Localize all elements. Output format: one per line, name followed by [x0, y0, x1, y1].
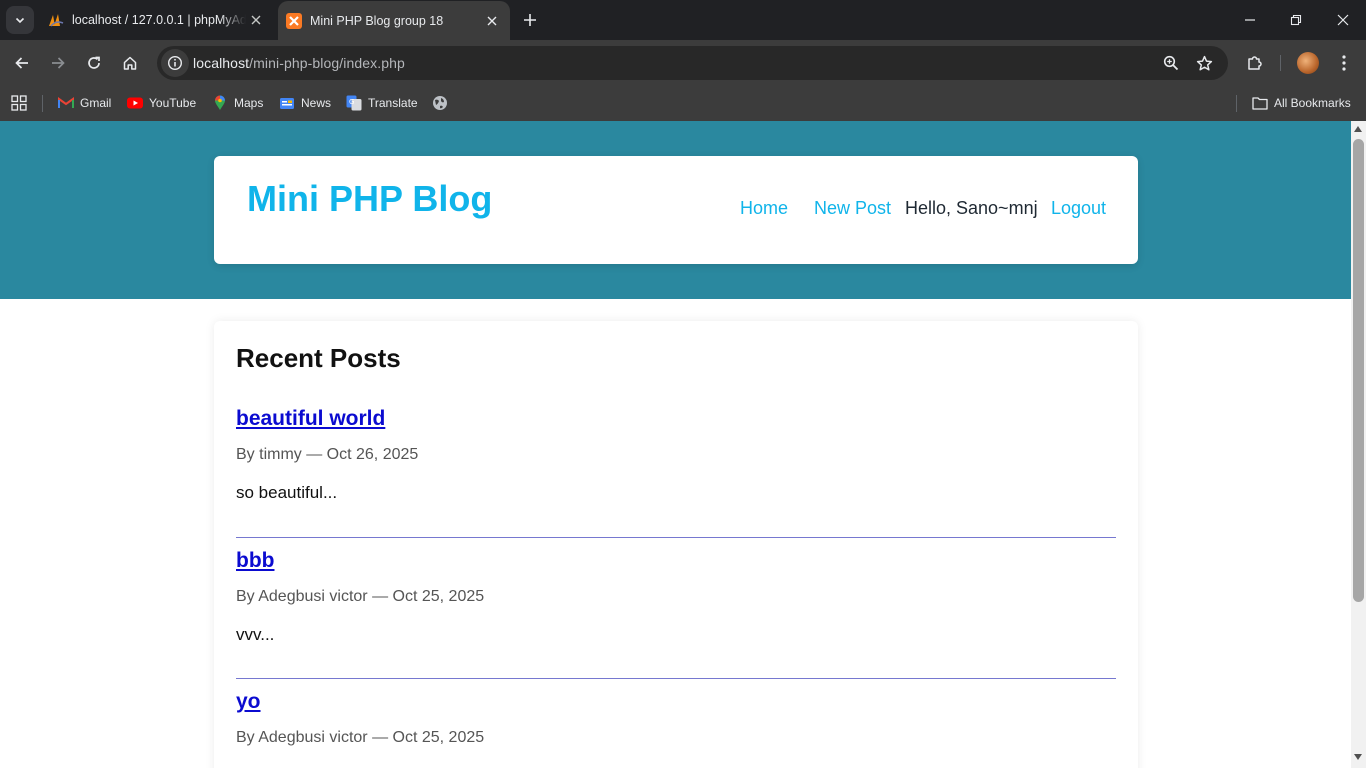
gmail-icon — [58, 95, 74, 111]
home-icon — [123, 56, 137, 70]
post-meta: By timmy — Oct 26, 2025 — [236, 446, 419, 463]
chevron-down-icon — [15, 17, 25, 24]
scroll-down-arrow[interactable] — [1354, 754, 1362, 760]
puzzle-icon — [1248, 56, 1262, 70]
post-excerpt: vvv... — [236, 625, 275, 644]
restore-button[interactable] — [1273, 0, 1319, 40]
bookmarks-bar: Gmail YouTube Maps News G Translate All — [0, 86, 1366, 121]
section-title: Recent Posts — [236, 343, 401, 373]
zoom-button[interactable] — [1161, 53, 1181, 73]
minimize-button[interactable] — [1227, 0, 1273, 40]
all-bookmarks-label: All Bookmarks — [1274, 96, 1351, 110]
bookmark-label: Gmail — [80, 96, 112, 110]
page-viewport: Mini PHP Blog Home New Post Hello, Sano~… — [0, 121, 1351, 768]
tab-mini-php-blog[interactable]: Mini PHP Blog group 18 — [278, 1, 510, 40]
post-meta: By Adegbusi victor — Oct 25, 2025 — [236, 588, 485, 605]
info-icon — [167, 55, 183, 71]
phpmyadmin-icon — [49, 14, 64, 27]
post-title-link[interactable]: beautiful world — [236, 405, 1116, 433]
bookmarks-divider — [42, 95, 43, 112]
youtube-icon — [127, 95, 143, 111]
translate-icon: G — [346, 95, 362, 111]
close-icon — [1337, 14, 1349, 26]
url-text[interactable]: localhost/mini-php-blog/index.php — [193, 55, 405, 71]
close-icon — [487, 16, 497, 25]
maps-icon — [212, 95, 228, 111]
star-icon — [1196, 55, 1212, 71]
nav-home-link[interactable]: Home — [740, 198, 788, 219]
bookmark-label: Maps — [234, 96, 264, 110]
toolbar-divider — [1280, 55, 1281, 71]
scroll-up-arrow[interactable] — [1354, 126, 1362, 132]
globe-icon — [432, 95, 448, 111]
bookmark-label: YouTube — [149, 96, 197, 110]
bookmark-maps[interactable]: Maps — [212, 92, 263, 114]
post-item: bbb By Adegbusi victor — Oct 25, 2025 vv… — [236, 547, 1116, 645]
all-bookmarks-button[interactable]: All Bookmarks — [1252, 92, 1351, 114]
user-greeting: Hello, Sano~mnj — [905, 198, 1038, 218]
tab-search-button[interactable] — [6, 6, 34, 34]
apps-grid-icon — [11, 95, 27, 111]
minimize-icon — [1245, 19, 1255, 21]
tab-strip: localhost / 127.0.0.1 | phpMyAdmin Mini … — [0, 0, 1366, 40]
back-button[interactable] — [8, 49, 36, 77]
news-icon — [279, 95, 295, 111]
post-item: yo By Adegbusi victor — Oct 25, 2025 — [236, 688, 1116, 748]
new-tab-button[interactable] — [518, 8, 542, 32]
site-header: Mini PHP Blog Home New Post Hello, Sano~… — [214, 156, 1138, 264]
bookmark-gmail[interactable]: Gmail — [58, 92, 111, 114]
plus-icon — [524, 14, 536, 26]
profile-avatar[interactable] — [1297, 52, 1319, 74]
post-title-link[interactable]: bbb — [236, 547, 1116, 575]
bookmarks-divider — [1236, 95, 1237, 112]
tab-title: localhost / 127.0.0.1 | phpMyAdmin — [72, 13, 246, 27]
post-divider — [236, 678, 1116, 679]
site-logo[interactable]: Mini PHP Blog — [247, 178, 492, 220]
bookmark-label: News — [301, 96, 332, 110]
xampp-icon — [286, 12, 302, 29]
bookmark-translate[interactable]: G Translate — [346, 92, 418, 114]
url-path: /mini-php-blog/index.php — [249, 55, 405, 71]
reload-icon — [88, 56, 100, 69]
page-scrollbar[interactable] — [1351, 121, 1366, 768]
recent-posts-card: Recent Posts beautiful world By timmy — … — [214, 321, 1138, 768]
reload-button[interactable] — [80, 49, 108, 77]
bookmark-news[interactable]: News — [279, 92, 331, 114]
apps-button[interactable] — [11, 92, 27, 114]
kebab-menu-icon — [1342, 55, 1346, 71]
bookmark-youtube[interactable]: YouTube — [127, 92, 196, 114]
nav-new-post-link[interactable]: New Post — [814, 198, 891, 219]
post-title-link[interactable]: yo — [236, 688, 1116, 716]
home-button[interactable] — [116, 49, 144, 77]
post-excerpt: so beautiful... — [236, 483, 338, 502]
post-item: beautiful world By timmy — Oct 26, 2025 … — [236, 405, 1116, 503]
browser-toolbar: localhost/mini-php-blog/index.php — [0, 40, 1366, 86]
extensions-button[interactable] — [1243, 51, 1267, 75]
arrow-right-icon — [52, 57, 65, 69]
close-tab-button[interactable] — [482, 11, 502, 31]
svg-text:G: G — [349, 98, 354, 106]
address-bar[interactable]: localhost/mini-php-blog/index.php — [157, 46, 1228, 80]
close-window-button[interactable] — [1320, 0, 1366, 40]
tab-title: Mini PHP Blog group 18 — [310, 13, 444, 28]
folder-icon — [1252, 95, 1268, 111]
restore-icon — [1290, 14, 1302, 26]
nav-logout-link[interactable]: Logout — [1051, 198, 1106, 219]
forward-button[interactable] — [44, 49, 72, 77]
bookmark-label: Translate — [368, 96, 418, 110]
zoom-in-icon — [1163, 55, 1179, 71]
arrow-left-icon — [15, 57, 28, 69]
tab-phpmyadmin[interactable]: localhost / 127.0.0.1 | phpMyAdmin — [40, 0, 274, 40]
post-meta: By Adegbusi victor — Oct 25, 2025 — [236, 729, 485, 746]
menu-button[interactable] — [1332, 51, 1356, 75]
close-icon — [251, 15, 261, 25]
bookmark-globe[interactable] — [432, 92, 454, 114]
bookmark-star-button[interactable] — [1194, 53, 1214, 73]
site-info-button[interactable] — [161, 49, 189, 77]
scrollbar-thumb[interactable] — [1353, 139, 1364, 602]
url-host: localhost — [193, 55, 250, 71]
post-divider — [236, 537, 1116, 538]
close-tab-button[interactable] — [246, 10, 266, 30]
